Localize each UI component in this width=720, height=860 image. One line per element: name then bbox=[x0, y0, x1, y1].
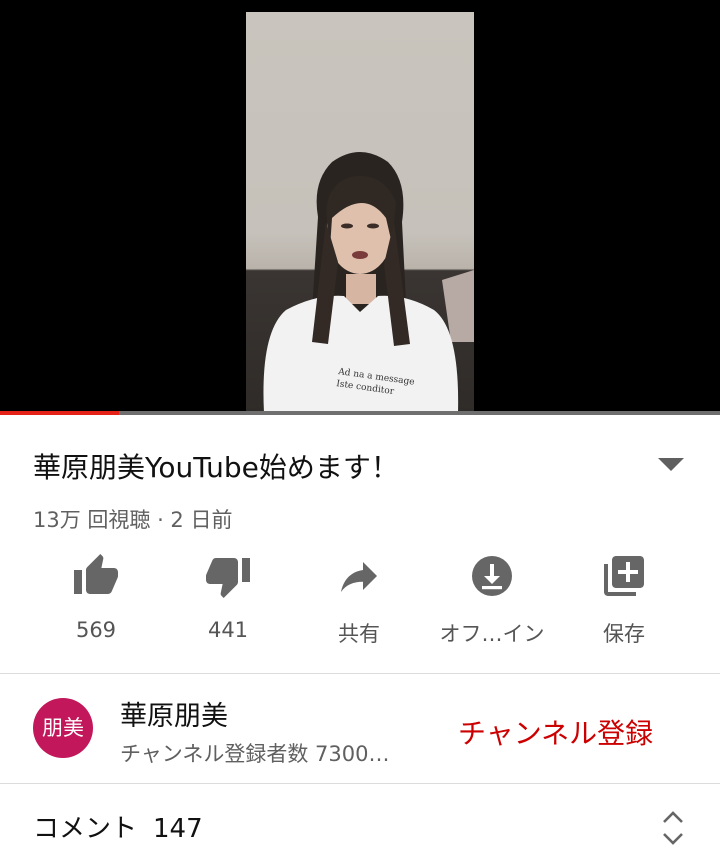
subscribe-button[interactable]: チャンネル登録 bbox=[458, 712, 653, 752]
channel-name[interactable]: 華原朋美 bbox=[120, 694, 228, 733]
video-thumbnail-person: Ad na a message Iste conditor bbox=[263, 152, 474, 413]
thumbs-down-icon bbox=[206, 558, 250, 598]
save-button[interactable]: 保存 bbox=[564, 552, 684, 648]
share-button[interactable]: 共有 bbox=[299, 552, 419, 648]
share-label: 共有 bbox=[338, 622, 380, 646]
video-title: 華原朋美YouTube始めます！ bbox=[33, 451, 399, 484]
comments-label: コメント bbox=[33, 814, 138, 844]
video-title-row[interactable]: 華原朋美YouTube始めます！ bbox=[0, 440, 720, 492]
video-meta: 13万 回視聴 · 2 日前 bbox=[33, 508, 233, 532]
video-frame: Ad na a message Iste conditor bbox=[246, 12, 474, 413]
thumbs-up-icon bbox=[74, 554, 118, 594]
video-progress-bar[interactable] bbox=[0, 411, 720, 415]
like-count: 569 bbox=[75, 618, 117, 642]
like-button[interactable]: 569 bbox=[36, 552, 156, 642]
comments-header[interactable]: コメント 147 bbox=[33, 808, 203, 845]
divider bbox=[0, 673, 720, 674]
download-icon bbox=[472, 556, 512, 596]
expand-description-icon[interactable] bbox=[658, 458, 684, 471]
dislike-count: 441 bbox=[207, 618, 249, 642]
action-bar: 569 441 共有 オフ…イン 保存 bbox=[0, 552, 720, 657]
channel-subscriber-count: チャンネル登録者数 7300… bbox=[120, 742, 390, 766]
video-progress-fill bbox=[0, 411, 119, 415]
divider bbox=[0, 783, 720, 784]
channel-avatar[interactable]: 朋美 bbox=[33, 698, 93, 758]
comments-count: 147 bbox=[153, 814, 203, 844]
download-label: オフ…イン bbox=[439, 622, 545, 646]
expand-collapse-icon[interactable] bbox=[660, 808, 686, 848]
download-button[interactable]: オフ…イン bbox=[432, 552, 552, 648]
share-icon bbox=[341, 562, 377, 592]
save-label: 保存 bbox=[603, 622, 645, 646]
video-player[interactable]: Ad na a message Iste conditor bbox=[0, 0, 720, 415]
add-to-playlist-icon bbox=[604, 556, 644, 596]
dislike-button[interactable]: 441 bbox=[168, 552, 288, 642]
